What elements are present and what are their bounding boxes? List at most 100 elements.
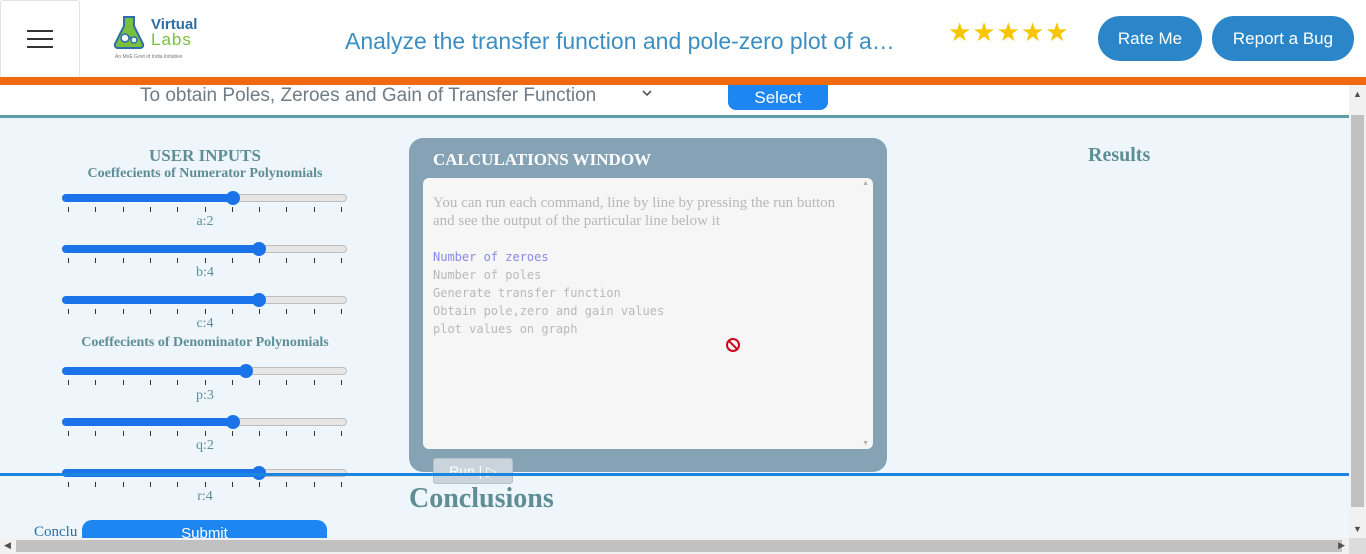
star-icon[interactable]: ★ [948,18,971,46]
horizontal-scroll-thumb[interactable] [16,540,1342,552]
slider-tick [205,309,206,314]
slider-tick [177,482,178,487]
slider-tick [150,258,151,263]
slider-tick [341,207,342,212]
slider-thumb[interactable] [226,415,240,429]
slider-tick [150,482,151,487]
experiment-dropdown[interactable]: To obtain Poles, Zeroes and Gain of Tran… [140,85,660,106]
report-bug-button[interactable]: Report a Bug [1212,16,1354,61]
rate-me-button[interactable]: Rate Me [1098,16,1202,61]
slider-tick [123,207,124,212]
scroll-down-arrow-icon[interactable]: ▼ [1353,524,1362,534]
calculations-textarea[interactable]: You can run each command, line by line b… [423,178,873,449]
command-line[interactable]: plot values on graph [433,320,853,338]
slider-thumb[interactable] [239,364,253,378]
slider-tick [68,431,69,436]
vertical-scroll-thumb[interactable] [1351,115,1364,507]
calculations-window: CALCULATIONS WINDOW You can run each com… [409,138,887,472]
scroll-left-arrow-icon[interactable]: ◀ [4,540,11,551]
slider-tick [68,309,69,314]
not-allowed-cursor-icon [726,338,740,352]
menu-button[interactable] [0,0,80,78]
command-line[interactable]: Obtain pole,zero and gain values [433,302,853,320]
calculations-hint: You can run each command, line by line b… [433,195,836,229]
page-title: Analyze the transfer function and pole-z… [345,28,895,54]
star-icon[interactable]: ★ [972,18,995,46]
vertical-scrollbar[interactable]: ▲ ▼ [1349,85,1366,538]
slider-thumb[interactable] [252,242,266,256]
slider-fill [62,194,233,202]
slider-b-label: b:4 [196,265,214,280]
star-icon[interactable]: ★ [997,18,1020,46]
conclusions-label: Conclu [34,524,78,538]
calculations-title: CALCULATIONS WINDOW [433,150,652,169]
slider-tick [150,207,151,212]
slider-tick [341,431,342,436]
slider-tick [232,482,233,487]
virtual-labs-logo[interactable]: Virtual Labs An MoE Govt of India Initia… [111,12,207,64]
denominator-title: Coeffecients of Denominator Polynomials [81,335,329,350]
slider-tick [286,309,287,314]
select-button[interactable]: Select [728,85,828,110]
slider-tick [123,482,124,487]
user-inputs-title: USER INPUTS [149,146,261,165]
slider-fill [62,245,259,253]
slider-tick [205,482,206,487]
star-icon[interactable]: ★ [1021,18,1044,46]
slider-a[interactable] [62,191,347,212]
slider-tick [314,258,315,263]
slider-tick [123,258,124,263]
scroll-right-arrow-icon[interactable]: ▶ [1338,540,1345,551]
command-list: Number of zeroes Number of poles Generat… [433,248,853,338]
slider-tick [314,380,315,385]
scrollbar-corner [1349,538,1366,554]
header: Virtual Labs An MoE Govt of India Initia… [0,0,1366,78]
chevron-down-icon[interactable] [640,86,654,100]
slider-ticks [62,380,347,385]
slider-tick [150,309,151,314]
horizontal-scrollbar[interactable]: ◀ ▶ [0,538,1349,554]
submit-button[interactable]: Submit [82,520,327,538]
command-line[interactable]: Generate transfer function [433,284,853,302]
slider-tick [232,309,233,314]
slider-tick [314,482,315,487]
slider-tick [177,431,178,436]
slider-tick [177,309,178,314]
scroll-up-icon[interactable]: ▲ [862,180,869,187]
slider-tick [95,309,96,314]
slider-tick [314,431,315,436]
slider-tick [150,380,151,385]
slider-tick [177,207,178,212]
header-divider [0,77,1366,85]
scroll-down-icon[interactable]: ▼ [862,440,869,447]
slider-thumb[interactable] [226,191,240,205]
slider-tick [123,309,124,314]
slider-b[interactable] [62,242,347,263]
slider-tick [232,207,233,212]
slider-tick [232,258,233,263]
command-line[interactable]: Number of zeroes [433,248,853,266]
slider-tick [95,207,96,212]
slider-c[interactable] [62,293,347,314]
slider-q[interactable] [62,415,347,436]
rating-stars[interactable]: ★ ★ ★ ★ ★ [948,18,1069,46]
logo-text-labs: Labs [151,30,192,49]
slider-tick [314,309,315,314]
slider-tick [205,207,206,212]
slider-fill [62,296,259,304]
scroll-up-arrow-icon[interactable]: ▲ [1353,89,1362,99]
slider-tick [286,258,287,263]
slider-tick [123,431,124,436]
command-line[interactable]: Number of poles [433,266,853,284]
slider-fill [62,367,246,375]
star-icon[interactable]: ★ [1045,18,1068,46]
run-button[interactable]: Run | ▷ [433,458,513,484]
slider-ticks [62,309,347,314]
slider-thumb[interactable] [252,293,266,307]
slider-tick [95,380,96,385]
logo-tagline: An MoE Govt of India Initiative [115,54,183,60]
slider-p[interactable] [62,364,347,385]
flask-icon [113,16,145,49]
slider-tick [286,431,287,436]
slider-tick [95,431,96,436]
